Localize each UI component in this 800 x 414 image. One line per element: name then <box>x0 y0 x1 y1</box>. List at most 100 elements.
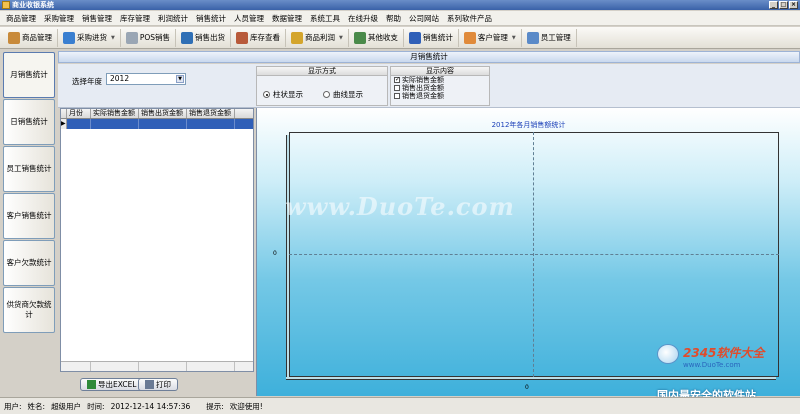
gridline-vertical <box>533 132 534 377</box>
close-icon[interactable]: × <box>789 1 798 9</box>
toolbar-sales-out-button[interactable]: 销售出货 <box>176 28 232 47</box>
sales-chart: 2012年各月销售额统计 0 0 www.DuoTe.com 2345软件大全 … <box>256 108 800 402</box>
plot-area <box>286 132 780 380</box>
column-header[interactable]: 实际销售金额 <box>91 109 139 118</box>
toolbar-staff-button[interactable]: 员工管理 <box>522 28 577 47</box>
button-label: 导出EXCEL <box>98 380 137 389</box>
toolbar-product-button[interactable]: 商品管理 <box>3 28 58 47</box>
print-button[interactable]: 打印 <box>138 378 178 391</box>
menu-bar: 商品管理 采购管理 销售管理 库存管理 利润统计 销售统计 人员管理 数据管理 … <box>0 11 800 26</box>
column-header[interactable]: 销售退货金额 <box>187 109 235 118</box>
column-header[interactable]: 销售出货金额 <box>139 109 187 118</box>
window-controls: _ □ × <box>769 1 798 9</box>
status-hint-label: 提示: <box>206 401 224 411</box>
menu-item[interactable]: 销售管理 <box>82 13 112 24</box>
menu-item[interactable]: 系统工具 <box>310 13 340 24</box>
status-name-label: 姓名: <box>27 401 46 411</box>
menu-item[interactable]: 销售统计 <box>196 13 226 24</box>
title-bar: 商业收银系统 _ □ × <box>0 0 800 10</box>
display-mode-group: 显示方式 柱状显示 曲线显示 <box>256 66 388 106</box>
sales-grid[interactable]: 月份 实际销售金额 销售出货金额 销售退货金额 ▶ <box>60 108 254 372</box>
toolbar-label: POS销售 <box>139 33 171 42</box>
nav-daily-sales[interactable]: 日销售统计 <box>3 99 55 145</box>
radio-label: 柱状显示 <box>273 90 303 99</box>
chevron-down-icon[interactable]: ▼ <box>176 75 184 83</box>
footer-cell <box>187 362 235 371</box>
ledger-icon <box>353 31 366 44</box>
export-excel-button[interactable]: 导出EXCEL <box>80 378 144 391</box>
table-cell[interactable] <box>67 119 91 129</box>
menu-item[interactable]: 在线升级 <box>348 13 378 24</box>
toolbar-label: 销售出货 <box>195 33 226 42</box>
toolbar-customer-button[interactable]: 客户管理 ▼ <box>459 28 522 47</box>
display-content-group: 显示内容 ✓ 实际销售金额 销售出货金额 销售退货金额 <box>390 66 490 106</box>
toolbar: 商品管理 采购进货 ▼ POS销售 销售出货 库存查看 商品利润 ▼ 其他收支 … <box>0 27 800 49</box>
customer-icon <box>463 31 476 44</box>
site-badge: 2345软件大全 www.DuoTe.com 国内最安全的软件站 <box>657 344 799 403</box>
year-label: 选择年度 <box>72 77 102 86</box>
table-cell[interactable] <box>91 119 139 129</box>
year-select[interactable]: 2012 ▼ <box>106 73 186 85</box>
nav-customer-sales[interactable]: 客户销售统计 <box>3 193 55 239</box>
toolbar-purchase-button[interactable]: 采购进货 ▼ <box>58 28 121 47</box>
checkbox-checked-icon: ✓ <box>394 76 401 83</box>
minimize-icon[interactable]: _ <box>769 1 778 9</box>
radio-line-display[interactable]: 曲线显示 <box>323 89 363 100</box>
toolbar-pos-button[interactable]: POS销售 <box>121 28 177 47</box>
maximize-icon[interactable]: □ <box>779 1 788 9</box>
button-label: 打印 <box>156 380 171 389</box>
toolbar-label: 商品管理 <box>22 33 52 42</box>
toolbar-stock-button[interactable]: 库存查看 <box>231 28 287 47</box>
nav-customer-debt[interactable]: 客户欠款统计 <box>3 240 55 286</box>
toolbar-label: 商品利润 <box>305 33 336 42</box>
table-cell[interactable] <box>139 119 187 129</box>
menu-item[interactable]: 系列软件产品 <box>447 13 492 24</box>
status-time: 2012-12-14 14:57:36 <box>110 401 191 411</box>
menu-item[interactable]: 人员管理 <box>234 13 264 24</box>
status-bar: 用户: 姓名: 超级用户 时间: 2012-12-14 14:57:36 提示:… <box>0 397 800 414</box>
excel-icon <box>87 380 96 389</box>
menu-item[interactable]: 库存管理 <box>120 13 150 24</box>
menu-item[interactable]: 帮助 <box>386 13 401 24</box>
box-icon <box>8 31 20 44</box>
app-icon <box>2 1 10 9</box>
toolbar-other-finance-button[interactable]: 其他收支 <box>349 28 404 47</box>
pos-icon <box>125 31 138 44</box>
status-name: 超级用户 <box>51 401 82 411</box>
nav-staff-sales[interactable]: 员工销售统计 <box>3 146 55 192</box>
status-hint: 欢迎使用! <box>229 401 263 411</box>
checkbox-return-sales[interactable]: 销售退货金额 <box>394 92 489 100</box>
chart-title: 2012年各月销售额统计 <box>491 121 566 129</box>
toolbar-sales-stats-button[interactable]: 销售统计 <box>404 28 459 47</box>
radio-empty-icon <box>323 91 330 98</box>
y-tick-label: 0 <box>273 250 277 257</box>
display-mode-title: 显示方式 <box>257 67 387 76</box>
chevron-down-icon[interactable]: ▼ <box>512 35 516 41</box>
warehouse-icon <box>236 31 249 44</box>
money-icon <box>291 31 304 44</box>
table-cell[interactable] <box>187 119 235 129</box>
plot-left-wall <box>286 135 289 380</box>
menu-item[interactable]: 采购管理 <box>44 13 74 24</box>
badge-site: www.DuoTe.com <box>683 361 741 369</box>
badge-brand: 2345软件大全 <box>683 346 765 360</box>
menu-item[interactable]: 公司网站 <box>409 13 439 24</box>
nav-supplier-debt[interactable]: 供货商欠款统计 <box>3 287 55 333</box>
radio-bar-display[interactable]: 柱状显示 <box>263 89 303 100</box>
chart-icon <box>408 31 421 44</box>
column-header[interactable]: 月份 <box>67 109 91 118</box>
printer-icon <box>145 380 154 389</box>
menu-item[interactable]: 利润统计 <box>158 13 188 24</box>
checkbox-empty-icon <box>394 93 400 99</box>
chevron-down-icon[interactable]: ▼ <box>111 35 115 41</box>
nav-monthly-sales[interactable]: 月销售统计 <box>3 52 55 98</box>
toolbar-profit-button[interactable]: 商品利润 ▼ <box>286 28 349 47</box>
menu-item[interactable]: 数据管理 <box>272 13 302 24</box>
toolbar-label: 其他收支 <box>367 33 398 42</box>
table-row[interactable]: ▶ <box>61 119 253 129</box>
toolbar-label: 客户管理 <box>477 33 508 42</box>
menu-item[interactable]: 商品管理 <box>6 13 36 24</box>
left-navigation: 月销售统计 日销售统计 员工销售统计 客户销售统计 客户欠款统计 供货商欠款统计 <box>3 52 57 396</box>
staff-icon <box>526 31 539 44</box>
chevron-down-icon[interactable]: ▼ <box>339 35 343 41</box>
